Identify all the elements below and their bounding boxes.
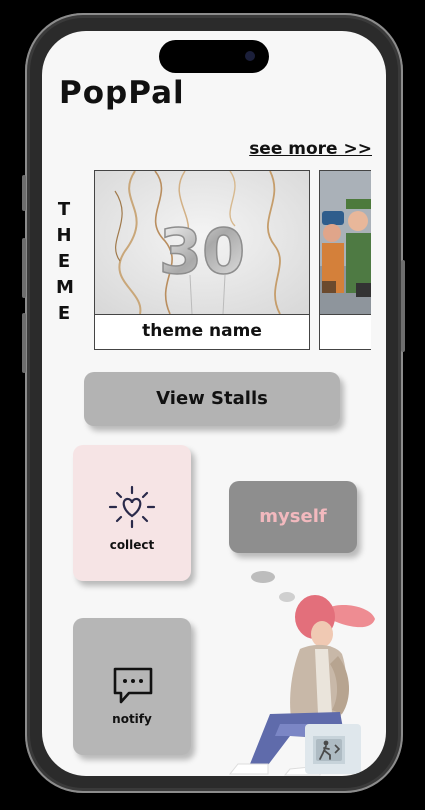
view-stalls-button[interactable]: View Stalls [84, 372, 340, 426]
screen: PopPal see more >> T H E M E 30 theme na… [42, 31, 386, 776]
theme-card-name [320, 314, 371, 350]
characters-image [320, 171, 371, 314]
svg-text:30: 30 [159, 215, 245, 288]
exit-sign-icon [316, 739, 342, 761]
dynamic-island [159, 40, 269, 73]
balloon-30-image: 30 [95, 171, 309, 314]
collect-tile[interactable]: collect [73, 445, 191, 581]
theme-card-name: theme name [95, 314, 309, 350]
collect-label: collect [109, 538, 155, 552]
chat-bubble-icon [113, 667, 153, 704]
see-more-link[interactable]: see more >> [249, 139, 372, 159]
notify-tile[interactable]: notify [73, 618, 191, 755]
heart-sparkle-icon [108, 485, 156, 529]
notify-label: notify [112, 712, 152, 726]
person-sitting-illustration [228, 571, 375, 776]
theme-card[interactable]: 30 theme name [94, 170, 310, 350]
theme-card[interactable] [319, 170, 371, 350]
volume-up-button [22, 238, 26, 298]
power-button [401, 260, 405, 352]
myself-tile[interactable]: myself [229, 481, 357, 553]
theme-carousel[interactable]: 30 theme name [94, 170, 371, 352]
theme-vertical-label: T H E M E [56, 199, 74, 324]
app-title: PopPal [59, 75, 185, 111]
mute-switch [22, 175, 26, 211]
volume-down-button [22, 313, 26, 373]
camera-icon [245, 51, 255, 61]
